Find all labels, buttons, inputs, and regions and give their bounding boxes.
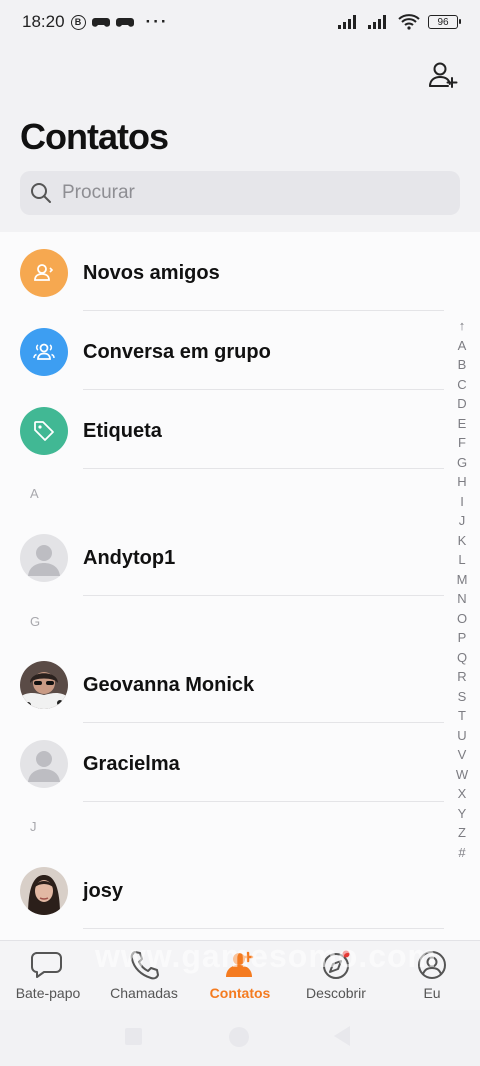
index-letter[interactable]: W (456, 765, 468, 785)
index-letter[interactable]: H (457, 472, 466, 492)
b-badge-icon: B (70, 14, 86, 30)
tab-chat-label: Bate-papo (15, 985, 81, 1001)
index-letter[interactable]: U (457, 726, 466, 746)
contact-row[interactable]: Gracielma (0, 725, 444, 803)
group-icon (20, 328, 68, 376)
index-letter[interactable]: G (457, 453, 467, 473)
new-friends-row[interactable]: Novos amigos (0, 234, 444, 312)
index-letter[interactable]: K (458, 531, 467, 551)
signal-icon (338, 15, 356, 29)
index-letter[interactable]: O (457, 609, 467, 629)
index-letter[interactable]: Y (458, 804, 467, 824)
add-user-icon[interactable] (428, 60, 458, 90)
search-input[interactable] (62, 182, 422, 204)
contact-name: Geovanna Monick (83, 673, 255, 696)
index-letter[interactable]: J (459, 511, 466, 531)
divider (83, 468, 444, 469)
index-letter[interactable]: V (458, 745, 467, 765)
index-letter[interactable]: B (458, 355, 467, 375)
new-friends-icon (20, 249, 68, 297)
game-icon (91, 18, 110, 27)
chat-icon (31, 952, 62, 978)
status-bar: 18:20 B ··· 96 (0, 0, 480, 44)
index-letter[interactable]: T (458, 706, 466, 726)
back-icon[interactable] (334, 1026, 350, 1046)
index-letter[interactable]: Z (458, 823, 466, 843)
divider (83, 595, 444, 596)
tag-row[interactable]: Etiqueta (0, 392, 444, 470)
tab-calls-label: Chamadas (110, 985, 178, 1001)
contact-list[interactable]: Novos amigos Conversa em grupo Etiqueta … (0, 232, 480, 940)
index-letter[interactable]: E (458, 414, 467, 434)
divider (83, 801, 444, 802)
tab-me-label: Eu (423, 985, 441, 1001)
recent-apps-icon[interactable] (125, 1028, 142, 1045)
search-icon (31, 183, 51, 203)
group-chat-label: Conversa em grupo (83, 340, 271, 363)
index-letter[interactable]: A (458, 336, 467, 356)
contact-photo (20, 661, 68, 709)
index-letter[interactable]: # (458, 843, 465, 863)
section-header-g: G (30, 614, 41, 629)
section-header-a: A (30, 486, 39, 501)
index-letter[interactable]: D (457, 394, 466, 414)
default-avatar (20, 740, 68, 788)
tag-label: Etiqueta (83, 419, 162, 442)
system-nav-bar (0, 1010, 480, 1066)
index-letter[interactable]: R (457, 667, 466, 687)
tab-discover-label: Descobrir (306, 985, 366, 1001)
divider (83, 722, 444, 723)
index-letter[interactable]: X (458, 784, 467, 804)
index-letter[interactable]: P (458, 628, 467, 648)
contact-name: Gracielma (83, 752, 180, 775)
index-letter[interactable]: C (457, 375, 466, 395)
status-time: 18:20 (22, 12, 65, 31)
home-icon[interactable] (229, 1027, 249, 1047)
tab-chat[interactable]: Bate-papo (0, 949, 96, 1001)
contact-row[interactable]: Geovanna Monick (0, 646, 444, 724)
new-friends-label: Novos amigos (83, 261, 220, 284)
index-letter[interactable]: F (458, 433, 466, 453)
divider (83, 310, 444, 311)
divider (83, 389, 444, 390)
group-chat-row[interactable]: Conversa em grupo (0, 313, 444, 391)
tab-contacts-label: Contatos (209, 985, 271, 1001)
tag-icon (20, 407, 68, 455)
contact-photo (20, 867, 68, 915)
more-notifications-icon: ··· (145, 12, 169, 31)
contact-row[interactable]: josy (0, 852, 444, 930)
section-header-j: J (30, 819, 37, 834)
page-title: Contatos (20, 116, 169, 157)
default-avatar (20, 534, 68, 582)
index-letter[interactable]: ↑ (459, 316, 466, 336)
battery-icon: 96 (428, 15, 461, 29)
index-letter[interactable]: Q (457, 648, 467, 668)
index-letter[interactable]: L (458, 550, 465, 570)
index-letter[interactable]: S (458, 687, 467, 707)
signal-icon (368, 15, 386, 29)
index-letter[interactable]: I (460, 492, 464, 512)
search-bar[interactable] (20, 171, 460, 215)
alphabet-index[interactable]: ↑ A B C D E F G H I J K L M N O P Q R S T U V W X Y Z # (452, 316, 472, 862)
contact-row[interactable]: Andytop1 (0, 519, 444, 597)
contact-name: josy (83, 879, 124, 902)
wifi-icon (398, 14, 420, 30)
contact-name: Andytop1 (83, 546, 176, 569)
index-letter[interactable]: M (457, 570, 468, 590)
index-letter[interactable]: N (457, 589, 466, 609)
game-icon (115, 18, 134, 27)
divider (83, 928, 444, 929)
watermark: www.gamesomo.com (95, 938, 437, 974)
